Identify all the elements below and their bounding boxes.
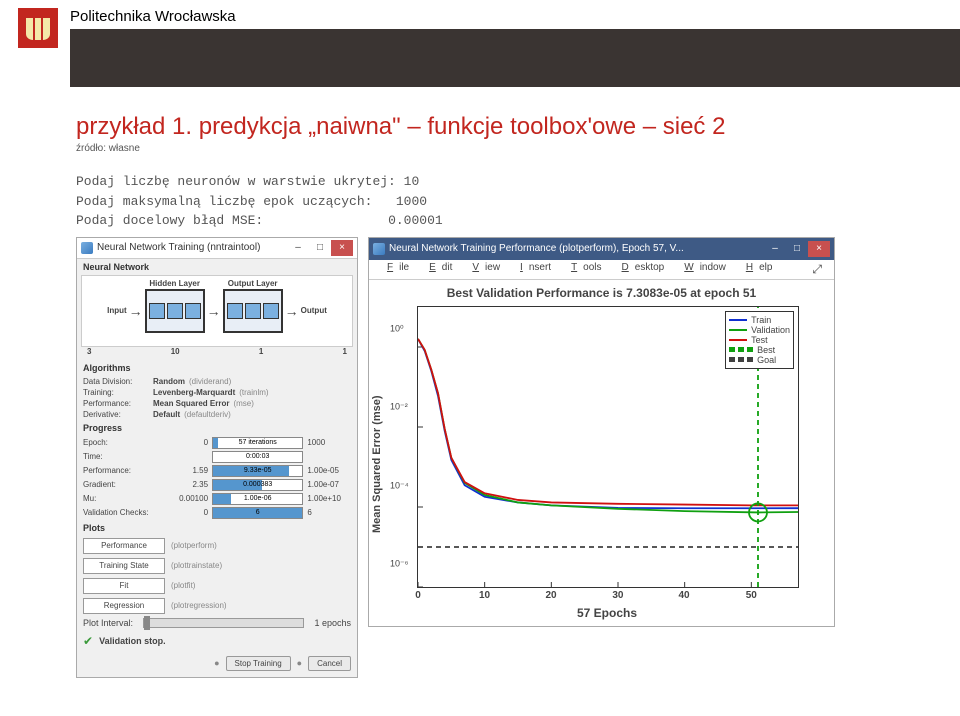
slide-title: przykład 1. predykcja „naiwna" – funkcje… xyxy=(76,113,960,141)
y-axis-label: Mean Squared Error (mse) xyxy=(369,302,385,626)
maximize-button[interactable]: □ xyxy=(309,240,331,256)
check-icon: ✔ xyxy=(83,634,93,648)
section-plots: Plots xyxy=(77,520,357,536)
performance-button[interactable]: Performance xyxy=(83,538,165,554)
regression-button[interactable]: Regression xyxy=(83,598,165,614)
x-axis-label: 57 Epochs xyxy=(415,588,799,626)
plot-interval-slider[interactable] xyxy=(143,618,304,628)
screenshots-row: Neural Network Training (nntraintool) – … xyxy=(76,237,960,678)
slide-subtitle: źródło: własne xyxy=(76,143,960,154)
undock-icon[interactable]: ⤢ xyxy=(806,262,828,277)
header-dark-band xyxy=(70,29,960,87)
window-title: Neural Network Training (nntraintool) xyxy=(97,242,287,253)
stop-training-button[interactable]: Stop Training xyxy=(226,656,291,671)
console-prompts: Podaj liczbę neuronów w warstwie ukrytej… xyxy=(76,172,960,231)
cancel-button[interactable]: Cancel xyxy=(308,656,351,671)
menu-help[interactable]: Help xyxy=(734,262,779,277)
menu-view[interactable]: View xyxy=(460,262,506,277)
menu-insert[interactable]: Insert xyxy=(508,262,557,277)
window-title: Neural Network Training Performance (plo… xyxy=(389,243,764,254)
minimize-button[interactable]: – xyxy=(764,241,786,257)
menu-bar: File Edit View Insert Tools Desktop Wind… xyxy=(369,260,834,280)
menu-desktop[interactable]: Desktop xyxy=(610,262,671,277)
maximize-button[interactable]: □ xyxy=(786,241,808,257)
chart-title: Best Validation Performance is 7.3083e-0… xyxy=(369,280,834,302)
plot-area: Train Validation Test Best Goal 10⁰ 10⁻²… xyxy=(417,306,799,588)
section-algorithms: Algorithms xyxy=(77,360,357,376)
status-text: Validation stop. xyxy=(99,636,166,646)
plotperform-window: Neural Network Training Performance (plo… xyxy=(368,237,835,627)
section-neural-network: Neural Network xyxy=(77,259,357,275)
section-progress: Progress xyxy=(77,420,357,436)
menu-edit[interactable]: Edit xyxy=(417,262,458,277)
app-icon xyxy=(373,243,385,255)
nntraintool-window: Neural Network Training (nntraintool) – … xyxy=(76,237,358,678)
fit-button[interactable]: Fit xyxy=(83,578,165,594)
slide-header: Politechnika Wrocławska xyxy=(0,0,960,87)
network-diagram: Input → Hidden Layer → Output Layer → Ou… xyxy=(81,275,353,347)
university-logo xyxy=(18,8,58,48)
menu-file[interactable]: File xyxy=(375,262,415,277)
output-layer-box: Output Layer xyxy=(223,289,283,333)
menu-tools[interactable]: Tools xyxy=(559,262,607,277)
slide-title-block: przykład 1. predykcja „naiwna" – funkcje… xyxy=(0,87,960,172)
close-button[interactable]: × xyxy=(808,241,830,257)
training-state-button[interactable]: Training State xyxy=(83,558,165,574)
institution-name: Politechnika Wrocławska xyxy=(70,8,960,25)
chart-legend: Train Validation Test Best Goal xyxy=(725,311,794,369)
app-icon xyxy=(81,242,93,254)
close-button[interactable]: × xyxy=(331,240,353,256)
menu-window[interactable]: Window xyxy=(672,262,732,277)
hidden-layer-box: Hidden Layer xyxy=(145,289,205,333)
minimize-button[interactable]: – xyxy=(287,240,309,256)
